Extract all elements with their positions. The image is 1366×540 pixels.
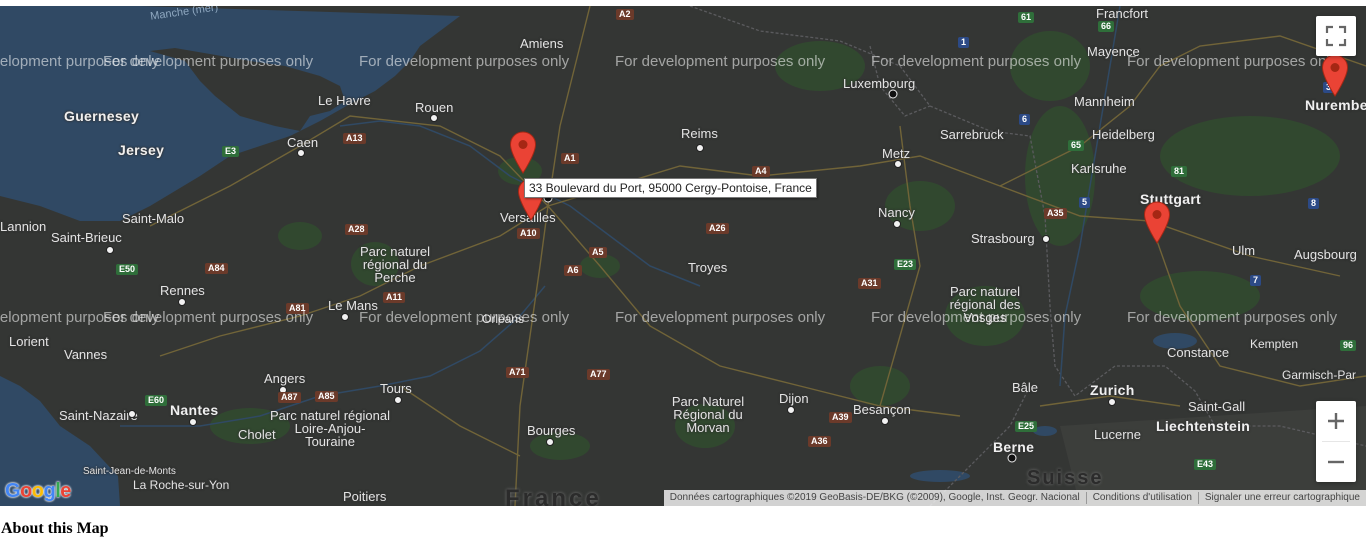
city-dot: [1042, 235, 1050, 243]
capital-dot: [1007, 453, 1017, 463]
city-dot: [696, 144, 704, 152]
city-dot: [1108, 398, 1116, 406]
city-dot: [787, 406, 795, 414]
zoom-out-button[interactable]: [1316, 442, 1356, 482]
city-dot: [128, 410, 136, 418]
city-dot: [894, 160, 902, 168]
zoom-in-button[interactable]: [1316, 401, 1356, 441]
city-dot: [106, 246, 114, 254]
city-dot: [430, 114, 438, 122]
city-dot: [893, 220, 901, 228]
map-marker-nuremberg-area[interactable]: [1321, 54, 1349, 97]
zoom-control: [1316, 401, 1356, 482]
map-container[interactable]: Manche (mer) Amiens Le Havre Rouen Caen …: [0, 6, 1366, 506]
map-attribution-bar: Données cartographiques ©2019 GeoBasis-D…: [663, 490, 1366, 506]
capital-dot: [888, 89, 898, 99]
google-logo[interactable]: Google: [5, 480, 71, 503]
report-error-link[interactable]: Signaler une erreur cartographique: [1197, 492, 1366, 504]
marker-pin-icon: [1143, 201, 1171, 244]
marker-pin-icon: [1321, 54, 1349, 97]
plus-icon: [1328, 413, 1344, 429]
map-marker-cergy-pontoise[interactable]: [509, 131, 537, 174]
city-dot: [178, 298, 186, 306]
city-dot: [189, 418, 197, 426]
marker-pin-icon: [509, 131, 537, 174]
city-dot: [297, 149, 305, 157]
terms-link[interactable]: Conditions d'utilisation: [1085, 492, 1198, 504]
map-base-layer[interactable]: [0, 6, 1366, 506]
city-dot: [341, 313, 349, 321]
marker-tooltip: 33 Boulevard du Port, 95000 Cergy-Pontoi…: [524, 178, 817, 198]
city-dot: [279, 386, 287, 394]
city-dot: [394, 396, 402, 404]
map-data-attribution: Données cartographiques ©2019 GeoBasis-D…: [669, 492, 1080, 503]
minus-icon: [1328, 460, 1344, 464]
fullscreen-button[interactable]: [1316, 16, 1356, 56]
city-dot: [881, 417, 889, 425]
fullscreen-icon: [1325, 25, 1347, 47]
map-marker-stuttgart-area[interactable]: [1143, 201, 1171, 244]
about-heading: About this Map: [1, 520, 109, 537]
city-dot: [546, 438, 554, 446]
